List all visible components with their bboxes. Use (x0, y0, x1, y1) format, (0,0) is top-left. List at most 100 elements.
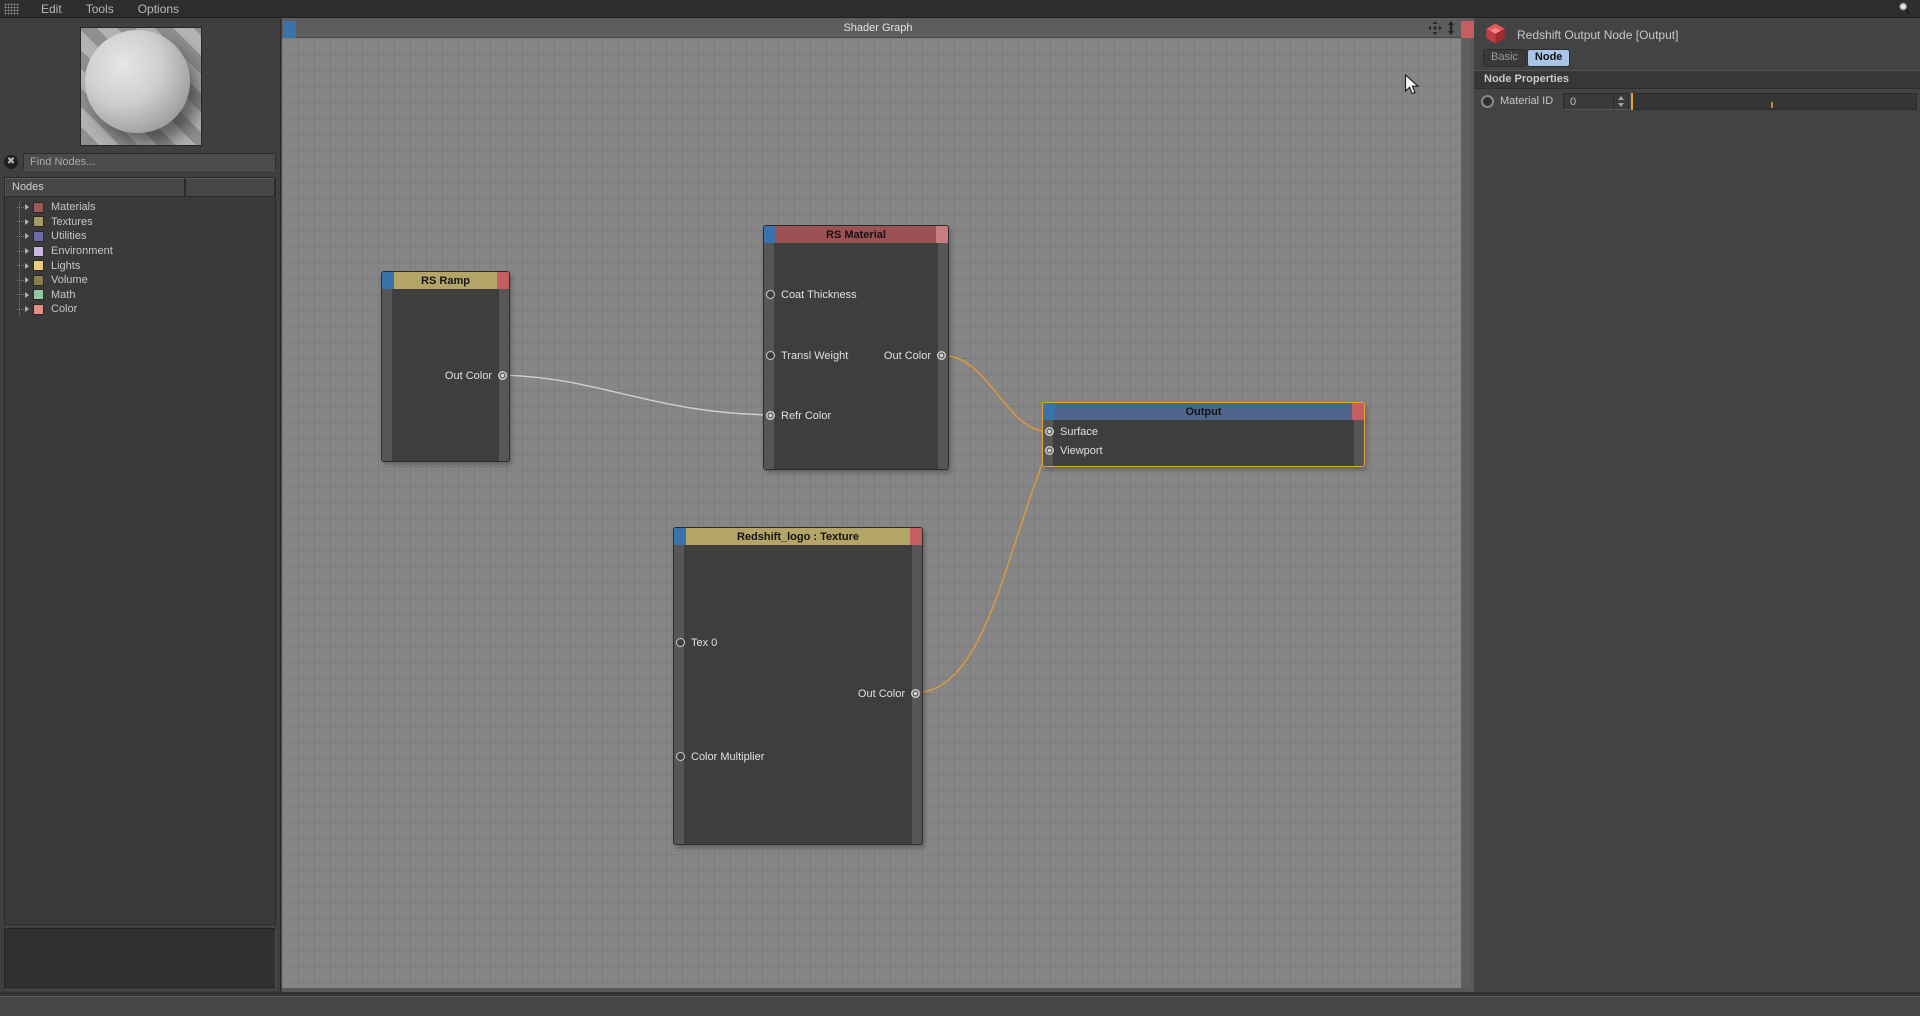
tree-dash (17, 294, 24, 295)
category-color-chip (33, 202, 44, 213)
port-label: Viewport (1060, 445, 1103, 457)
port-surface[interactable] (1045, 427, 1054, 436)
node-texture[interactable]: Redshift_logo : Texture Tex 0 Out Color … (673, 527, 923, 845)
node-body: Surface Viewport (1043, 420, 1364, 466)
expander-icon[interactable] (25, 204, 29, 210)
tree-dash (17, 265, 24, 266)
preview-sphere (85, 30, 191, 133)
pan-icon[interactable] (1428, 21, 1442, 35)
expander-icon[interactable] (25, 248, 29, 254)
graph-corner-red[interactable] (1461, 21, 1474, 38)
tree-item-label: Lights (51, 260, 80, 272)
graph-canvas[interactable] (282, 38, 1461, 988)
mouse-cursor (1404, 74, 1421, 100)
menu-edit[interactable]: Edit (29, 0, 74, 18)
tree-item-lights[interactable]: Lights (5, 258, 275, 273)
node-corner-red[interactable] (497, 272, 509, 289)
node-rs-ramp[interactable]: RS Ramp Out Color (381, 271, 510, 462)
application-window: Edit Tools Options ✖ Nodes (0, 0, 1920, 1016)
node-corner-blue[interactable] (1043, 403, 1055, 420)
stepper-up-icon[interactable] (1618, 96, 1624, 100)
graph-title-bar: Shader Graph (282, 18, 1474, 38)
node-corner-red[interactable] (910, 528, 922, 545)
tab-basic[interactable]: Basic (1483, 49, 1526, 67)
category-color-chip (33, 289, 44, 300)
tree-dash (17, 236, 24, 237)
tree-item-label: Math (51, 289, 75, 301)
tree-header-extra[interactable] (185, 178, 275, 197)
port-label: Tex 0 (691, 637, 717, 649)
field-label: Material ID (1500, 95, 1553, 107)
node-title-bar[interactable]: Output (1043, 403, 1364, 420)
tree-item-environment[interactable]: Environment (5, 244, 275, 259)
tab-node[interactable]: Node (1527, 49, 1571, 67)
port-tex0[interactable] (676, 638, 685, 647)
node-title-bar[interactable]: RS Ramp (382, 272, 509, 289)
expander-icon[interactable] (25, 277, 29, 283)
node-rs-material[interactable]: RS Material Coat Thickness Transl Weight… (763, 225, 949, 470)
port-out-color[interactable] (498, 371, 507, 380)
node-title-bar[interactable]: Redshift_logo : Texture (674, 528, 922, 545)
node-body: Tex 0 Out Color Color Multiplier (674, 545, 922, 844)
node-output[interactable]: Output Surface Viewport (1042, 402, 1365, 467)
section-node-properties[interactable]: Node Properties (1474, 70, 1920, 89)
node-corner-blue[interactable] (764, 226, 776, 243)
tree-dash (17, 221, 24, 222)
preview-info-box (4, 928, 276, 990)
tree-item-label: Materials (51, 201, 96, 213)
tree-dash (17, 309, 24, 310)
palette-grip-icon[interactable] (4, 3, 19, 15)
node-corner-red[interactable] (936, 226, 948, 243)
port-label: Coat Thickness (781, 289, 857, 301)
stepper-down-icon[interactable] (1618, 103, 1624, 107)
port-label: Color Multiplier (691, 751, 764, 763)
tree-item-volume[interactable]: Volume (5, 273, 275, 288)
node-corner-blue[interactable] (674, 528, 686, 545)
tree-item-math[interactable]: Math (5, 288, 275, 303)
material-preview[interactable] (80, 27, 202, 146)
keyframe-radio-icon[interactable] (1481, 95, 1494, 108)
search-icon[interactable] (1897, 1, 1912, 19)
status-bar (0, 996, 1920, 1016)
redshift-logo-icon (1484, 22, 1507, 48)
port-coat-thickness[interactable] (766, 290, 775, 299)
port-label: Refr Color (781, 410, 831, 422)
menu-options[interactable]: Options (126, 0, 191, 18)
field-material-id: Material ID (1474, 94, 1920, 112)
node-title: RS Ramp (421, 275, 470, 287)
port-refr-color[interactable] (766, 411, 775, 420)
find-nodes-input[interactable] (23, 153, 276, 171)
expander-icon[interactable] (25, 263, 29, 269)
node-title-bar[interactable]: RS Material (764, 226, 948, 243)
expander-icon[interactable] (25, 306, 29, 312)
node-corner-blue[interactable] (382, 272, 394, 289)
attributes-header: Redshift Output Node [Output] (1484, 22, 1678, 48)
node-corner-red[interactable] (1352, 403, 1364, 420)
material-id-input[interactable] (1564, 94, 1612, 109)
tree-item-utilities[interactable]: Utilities (5, 229, 275, 244)
port-viewport[interactable] (1045, 446, 1054, 455)
tree-item-materials[interactable]: Materials (5, 200, 275, 215)
node-title: Output (1185, 406, 1221, 418)
port-color-multiplier[interactable] (676, 752, 685, 761)
tree-item-textures[interactable]: Textures (5, 215, 275, 230)
tree-item-color[interactable]: Color (5, 302, 275, 317)
tree-header-nodes[interactable]: Nodes (5, 178, 185, 197)
attributes-title: Redshift Output Node [Output] (1517, 28, 1678, 42)
expander-icon[interactable] (25, 292, 29, 298)
category-color-chip (33, 260, 44, 271)
material-id-slider[interactable] (1631, 93, 1917, 110)
menu-tools[interactable]: Tools (74, 0, 126, 18)
node-body: Coat Thickness Transl Weight Refr Color … (764, 243, 948, 469)
node-body: Out Color (382, 289, 509, 461)
port-out-color[interactable] (937, 351, 946, 360)
port-out-color[interactable] (911, 689, 920, 698)
zoom-icon[interactable] (1444, 21, 1458, 35)
node-title: RS Material (826, 229, 886, 241)
category-color-chip (33, 216, 44, 227)
clear-search-button[interactable]: ✖ (4, 155, 18, 169)
port-row-color-multiplier: Color Multiplier (674, 749, 922, 765)
expander-icon[interactable] (25, 219, 29, 225)
tree-dash (17, 207, 24, 208)
expander-icon[interactable] (25, 233, 29, 239)
